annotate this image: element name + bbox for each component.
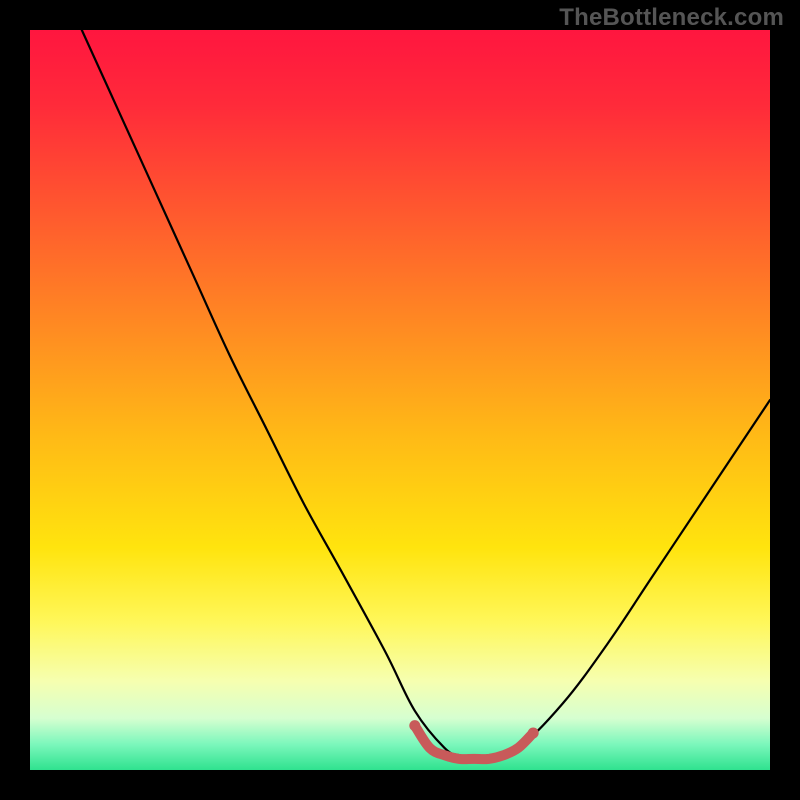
chart-container: TheBottleneck.com (0, 0, 800, 800)
valley-highlight (415, 726, 533, 760)
bottleneck-curve (82, 30, 770, 756)
valley-start-dot (409, 720, 420, 731)
valley-end-dot (528, 728, 539, 739)
watermark-text: TheBottleneck.com (559, 4, 784, 32)
curve-layer (30, 30, 770, 770)
plot-area (30, 30, 770, 770)
